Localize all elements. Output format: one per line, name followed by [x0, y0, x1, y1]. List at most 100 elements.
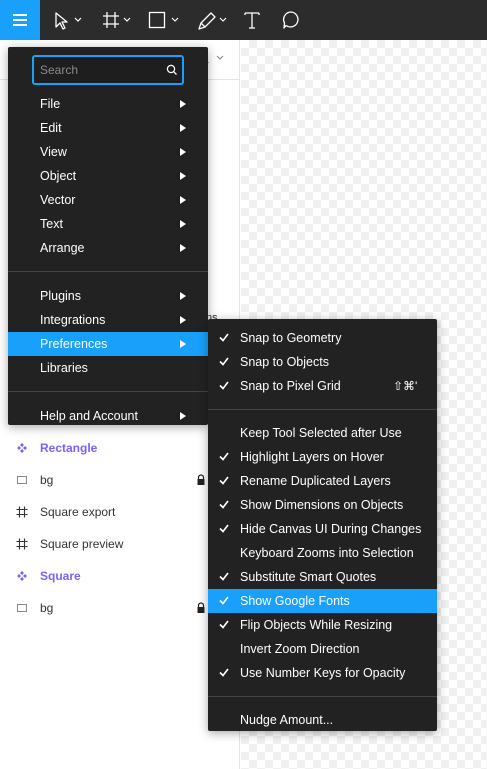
checkmark-icon	[219, 500, 229, 509]
keyboard-shortcut: ⇧⌘'	[393, 379, 418, 393]
toolbar	[0, 0, 487, 40]
comment-tool-icon	[283, 11, 299, 29]
pref-item-label: Hide Canvas UI During Changes	[240, 522, 422, 536]
layer-row[interactable]: Rectangle	[0, 432, 240, 464]
layer-label: bg	[40, 473, 54, 487]
rectangle-icon	[17, 604, 27, 612]
menu-item-label: Libraries	[40, 361, 88, 375]
chevron-down-icon[interactable]	[216, 55, 224, 61]
menu-search-input[interactable]	[40, 62, 160, 78]
rectangle-tool-button[interactable]	[147, 8, 167, 32]
submenu-arrow-icon	[180, 220, 186, 228]
menu-item-help-and-account[interactable]: Help and Account	[8, 404, 208, 428]
menu-item-file[interactable]: File	[8, 92, 208, 116]
lock-icon	[197, 474, 205, 485]
pref-item-label: Keyboard Zooms into Selection	[240, 546, 414, 560]
submenu-arrow-icon	[180, 100, 186, 108]
pref-item-show-dimensions-on-objects[interactable]: Show Dimensions on Objects	[208, 493, 437, 517]
menu-item-label: Object	[40, 169, 77, 183]
menu-item-plugins[interactable]: Plugins	[8, 284, 208, 308]
pref-item-hide-canvas-ui-during-changes[interactable]: Hide Canvas UI During Changes	[208, 517, 437, 541]
menu-item-view[interactable]: View	[8, 140, 208, 164]
checkmark-icon	[219, 452, 229, 461]
frame-icon	[16, 538, 28, 550]
submenu-arrow-icon	[180, 196, 186, 204]
preferences-submenu: Snap to Geometry Snap to Objects Snap to P…	[208, 319, 437, 731]
pref-item-snap-to-geometry[interactable]: Snap to Geometry	[208, 326, 437, 350]
menu-divider	[8, 391, 208, 392]
layer-row[interactable]: Square preview	[0, 528, 240, 560]
pref-item-flip-objects-while-resizing[interactable]: Flip Objects While Resizing	[208, 613, 437, 637]
lock-icon	[197, 602, 205, 613]
pref-item-invert-zoom-direction[interactable]: Invert Zoom Direction	[208, 637, 437, 661]
pref-item-label: Use Number Keys for Opacity	[240, 666, 406, 680]
pref-item-label: Snap to Geometry	[240, 331, 342, 345]
layer-row[interactable]: bg	[0, 464, 240, 496]
pref-item-snap-to-objects[interactable]: Snap to Objects	[208, 350, 437, 374]
pref-item-rename-duplicated-layers[interactable]: Rename Duplicated Layers	[208, 469, 437, 493]
pref-item-keep-tool-selected-after-use[interactable]: Keep Tool Selected after Use	[208, 421, 437, 445]
layer-row[interactable]: Square export	[0, 496, 240, 528]
checkmark-icon	[219, 476, 229, 485]
pref-item-use-number-keys-for-opacity[interactable]: Use Number Keys for Opacity	[208, 661, 437, 685]
component-icon	[17, 443, 27, 453]
menu-item-label: Plugins	[40, 289, 81, 303]
menu-item-label: File	[40, 97, 61, 111]
submenu-arrow-icon	[180, 340, 186, 348]
layer-row[interactable]: Square	[0, 560, 240, 592]
pref-item-nudge-amount[interactable]: Nudge Amount...	[208, 708, 437, 732]
menu-item-edit[interactable]: Edit	[8, 116, 208, 140]
menu-item-text[interactable]: Text	[8, 212, 208, 236]
menu-item-integrations[interactable]: Integrations	[8, 308, 208, 332]
layer-label: bg	[40, 601, 54, 615]
pen-tool-button[interactable]	[196, 8, 216, 32]
menu-search-box[interactable]	[32, 55, 184, 85]
pref-item-label: Invert Zoom Direction	[240, 642, 360, 656]
menu-item-object[interactable]: Object	[8, 164, 208, 188]
text-tool-button[interactable]	[242, 8, 262, 32]
submenu-arrow-icon	[180, 412, 186, 420]
checkmark-icon	[219, 333, 229, 342]
main-menu: File Edit View Object Vector Text Arrange Plugi…	[8, 47, 208, 425]
submenu-arrow-icon	[180, 316, 186, 324]
main-menu-button[interactable]	[0, 0, 40, 40]
submenu-arrow-icon	[180, 148, 186, 156]
layer-label: Square preview	[40, 537, 124, 551]
frame-tool-button[interactable]	[101, 8, 121, 32]
pref-item-label: Highlight Layers on Hover	[240, 450, 384, 464]
chevron-down-icon[interactable]	[219, 17, 227, 23]
pref-item-show-google-fonts[interactable]: Show Google Fonts	[208, 589, 437, 613]
menu-item-label: View	[40, 145, 67, 159]
pref-item-label: Show Google Fonts	[240, 594, 350, 608]
move-tool-icon	[55, 12, 68, 30]
move-tool-button[interactable]	[52, 8, 72, 32]
layer-label: Rectangle	[40, 441, 98, 455]
menu-item-vector[interactable]: Vector	[8, 188, 208, 212]
menu-item-arrange[interactable]: Arrange	[8, 236, 208, 260]
comment-tool-button[interactable]	[281, 8, 301, 32]
menu-item-libraries[interactable]: Libraries	[8, 356, 208, 380]
search-icon	[166, 64, 177, 75]
menu-item-label: Edit	[40, 121, 62, 135]
menu-item-preferences[interactable]: Preferences	[8, 332, 208, 356]
rectangle-tool-icon	[148, 11, 166, 29]
layer-row[interactable]: bg	[0, 592, 240, 624]
pref-item-keyboard-zooms-into-selection[interactable]: Keyboard Zooms into Selection	[208, 541, 437, 565]
layer-label: Square	[40, 569, 81, 583]
checkmark-icon	[219, 524, 229, 533]
menu-divider	[208, 696, 437, 697]
frame-icon	[16, 506, 28, 518]
chevron-down-icon[interactable]	[74, 17, 82, 23]
pref-item-snap-to-pixel-grid[interactable]: Snap to Pixel Grid ⇧⌘'	[208, 374, 437, 398]
pref-item-substitute-smart-quotes[interactable]: Substitute Smart Quotes	[208, 565, 437, 589]
submenu-arrow-icon	[180, 292, 186, 300]
menu-item-label: Arrange	[40, 241, 85, 255]
chevron-down-icon[interactable]	[171, 17, 179, 23]
component-icon	[17, 571, 27, 581]
menu-item-label: Text	[40, 217, 63, 231]
pref-item-highlight-layers-on-hover[interactable]: Highlight Layers on Hover	[208, 445, 437, 469]
rectangle-icon	[17, 476, 27, 484]
checkmark-icon	[219, 620, 229, 629]
chevron-down-icon[interactable]	[123, 17, 131, 23]
menu-item-label: Help and Account	[40, 409, 138, 423]
